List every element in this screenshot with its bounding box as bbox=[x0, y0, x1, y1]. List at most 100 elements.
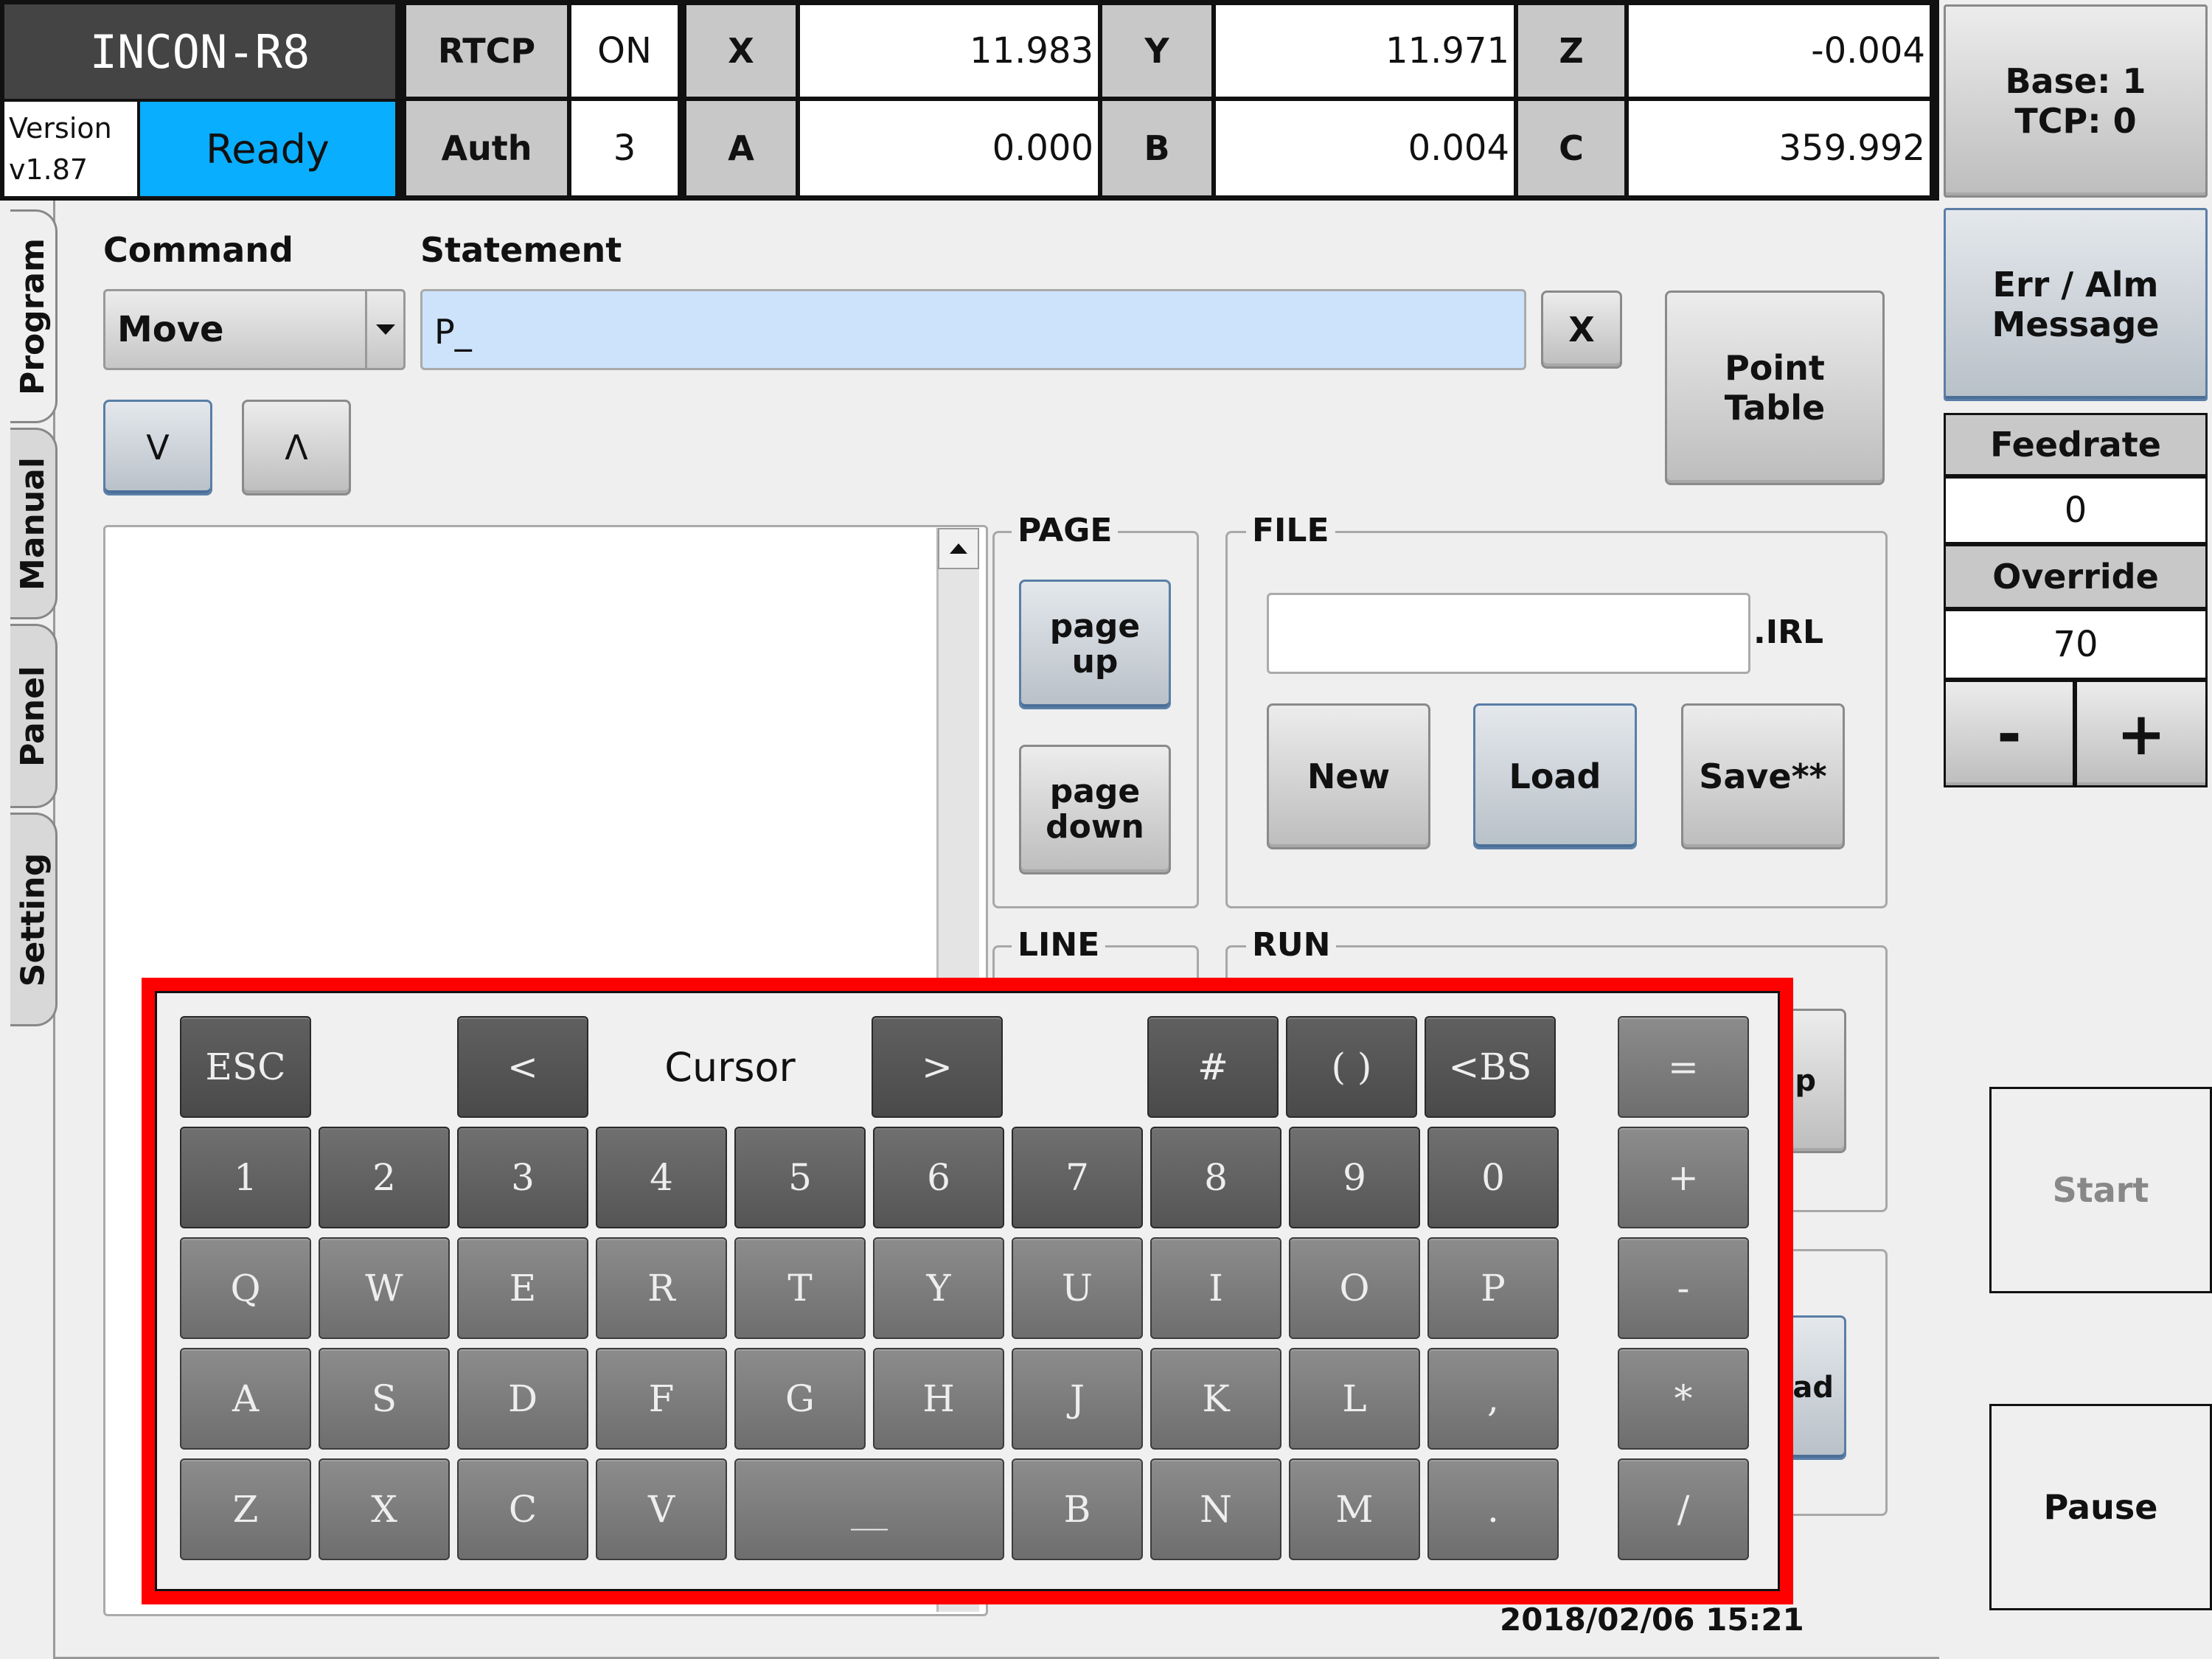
point-table-button[interactable]: Point Table bbox=[1665, 291, 1885, 485]
save-button[interactable]: Save** bbox=[1681, 703, 1845, 849]
key-paren[interactable]: ( ) bbox=[1286, 1016, 1417, 1118]
key-w[interactable]: W bbox=[319, 1237, 450, 1339]
coord-value-y: 11.971 bbox=[1214, 3, 1516, 99]
key-period[interactable]: . bbox=[1427, 1458, 1559, 1560]
version-box: Version v1.87 bbox=[4, 102, 137, 196]
key-comma[interactable]: , bbox=[1427, 1348, 1559, 1450]
move-up-button[interactable]: Λ bbox=[242, 400, 351, 495]
override-minus-button[interactable]: - bbox=[1944, 680, 2075, 787]
key-c[interactable]: C bbox=[457, 1458, 588, 1560]
key-op-minus[interactable]: - bbox=[1618, 1237, 1749, 1339]
filename-input[interactable] bbox=[1267, 593, 1750, 674]
key-q[interactable]: Q bbox=[180, 1237, 311, 1339]
line-legend: LINE bbox=[1012, 926, 1106, 964]
coord-label-a: A bbox=[684, 99, 798, 198]
tcp-label: TCP: 0 bbox=[2014, 101, 2137, 141]
pause-button[interactable]: Pause bbox=[1989, 1404, 2212, 1610]
coord-label-z: Z bbox=[1516, 3, 1627, 99]
coord-value-x: 11.983 bbox=[798, 3, 1100, 99]
key-op-divide[interactable]: / bbox=[1618, 1458, 1749, 1560]
key-num-2[interactable]: 2 bbox=[319, 1127, 450, 1228]
key-j[interactable]: J bbox=[1012, 1348, 1143, 1450]
tab-program[interactable]: Program bbox=[10, 209, 58, 423]
key-z[interactable]: Z bbox=[180, 1458, 311, 1560]
key-num-8[interactable]: 8 bbox=[1150, 1127, 1281, 1228]
datetime-display: 2018/02/06 15:21 bbox=[1500, 1601, 1804, 1638]
key-esc[interactable]: ESC bbox=[180, 1016, 311, 1118]
statement-input[interactable]: P_ bbox=[420, 289, 1526, 370]
key-hash[interactable]: # bbox=[1147, 1016, 1279, 1118]
override-plus-button[interactable]: + bbox=[2075, 680, 2208, 787]
chevron-down-icon[interactable] bbox=[365, 291, 403, 368]
move-down-button[interactable]: V bbox=[103, 400, 212, 495]
coord-value-a: 0.000 bbox=[798, 99, 1100, 198]
key-n[interactable]: N bbox=[1150, 1458, 1281, 1560]
key-num-6[interactable]: 6 bbox=[873, 1127, 1004, 1228]
err-alm-message-button[interactable]: Err / Alm Message bbox=[1944, 208, 2208, 401]
key-e[interactable]: E bbox=[457, 1237, 588, 1339]
tab-manual[interactable]: Manual bbox=[10, 428, 58, 619]
override-value: 70 bbox=[1944, 609, 2208, 680]
scroll-up-icon[interactable] bbox=[938, 528, 979, 569]
statement-value: P_ bbox=[434, 312, 472, 352]
key-y[interactable]: Y bbox=[873, 1237, 1004, 1339]
key-a[interactable]: A bbox=[180, 1348, 311, 1450]
start-button[interactable]: Start bbox=[1989, 1087, 2212, 1293]
feedrate-value: 0 bbox=[1944, 476, 2208, 544]
key-cursor-left[interactable]: < bbox=[457, 1016, 588, 1118]
rtcp-value: ON bbox=[569, 3, 680, 99]
key-num-3[interactable]: 3 bbox=[457, 1127, 588, 1228]
key-d[interactable]: D bbox=[457, 1348, 588, 1450]
key-f[interactable]: F bbox=[596, 1348, 727, 1450]
key-p[interactable]: P bbox=[1427, 1237, 1559, 1339]
key-g[interactable]: G bbox=[734, 1348, 866, 1450]
cursor-label: Cursor bbox=[664, 1043, 796, 1091]
coord-label-y: Y bbox=[1100, 3, 1214, 99]
coord-value-b: 0.004 bbox=[1214, 99, 1516, 198]
command-dropdown[interactable]: Move bbox=[103, 289, 406, 370]
coord-label-c: C bbox=[1516, 99, 1627, 198]
key-x[interactable]: X bbox=[319, 1458, 450, 1560]
auth-label: Auth bbox=[404, 99, 569, 198]
key-t[interactable]: T bbox=[734, 1237, 866, 1339]
key-num-4[interactable]: 4 bbox=[596, 1127, 727, 1228]
key-r[interactable]: R bbox=[596, 1237, 727, 1339]
file-extension: .IRL bbox=[1753, 613, 1824, 651]
page-up-button[interactable]: page up bbox=[1019, 580, 1171, 709]
key-u[interactable]: U bbox=[1012, 1237, 1143, 1339]
key-h[interactable]: H bbox=[873, 1348, 1004, 1450]
page-down-button[interactable]: page down bbox=[1019, 745, 1171, 874]
key-k[interactable]: K bbox=[1150, 1348, 1281, 1450]
command-value: Move bbox=[117, 309, 224, 350]
page-legend: PAGE bbox=[1012, 512, 1119, 549]
statement-label: Statement bbox=[420, 230, 622, 270]
key-m[interactable]: M bbox=[1289, 1458, 1420, 1560]
key-num-0[interactable]: 0 bbox=[1427, 1127, 1559, 1228]
key-i[interactable]: I bbox=[1150, 1237, 1281, 1339]
brand-title: INCON-R8 bbox=[4, 4, 395, 99]
key-l[interactable]: L bbox=[1289, 1348, 1420, 1450]
new-button[interactable]: New bbox=[1267, 703, 1430, 849]
key-backspace[interactable]: <BS bbox=[1425, 1016, 1556, 1118]
key-num-1[interactable]: 1 bbox=[180, 1127, 311, 1228]
key-op-plus[interactable]: + bbox=[1618, 1127, 1749, 1228]
key-num-7[interactable]: 7 bbox=[1012, 1127, 1143, 1228]
key-num-5[interactable]: 5 bbox=[734, 1127, 866, 1228]
key-b[interactable]: B bbox=[1012, 1458, 1143, 1560]
key-cursor-right[interactable]: > bbox=[872, 1016, 1003, 1118]
key-o[interactable]: O bbox=[1289, 1237, 1420, 1339]
tab-panel[interactable]: Panel bbox=[10, 624, 58, 808]
tab-setting[interactable]: Setting bbox=[10, 813, 58, 1026]
key-space[interactable]: __ bbox=[734, 1458, 1004, 1560]
base-tcp-button[interactable]: Base: 1 TCP: 0 bbox=[1944, 4, 2208, 198]
key-equals[interactable]: = bbox=[1618, 1016, 1749, 1118]
load-button[interactable]: Load bbox=[1473, 703, 1637, 849]
key-num-9[interactable]: 9 bbox=[1289, 1127, 1420, 1228]
override-label: Override bbox=[1944, 544, 2208, 609]
clear-statement-button[interactable]: X bbox=[1541, 291, 1622, 369]
rtcp-label: RTCP bbox=[404, 3, 569, 99]
coord-label-x: X bbox=[684, 3, 798, 99]
key-op-multiply[interactable]: * bbox=[1618, 1348, 1749, 1450]
key-s[interactable]: S bbox=[319, 1348, 450, 1450]
key-v[interactable]: V bbox=[596, 1458, 727, 1560]
